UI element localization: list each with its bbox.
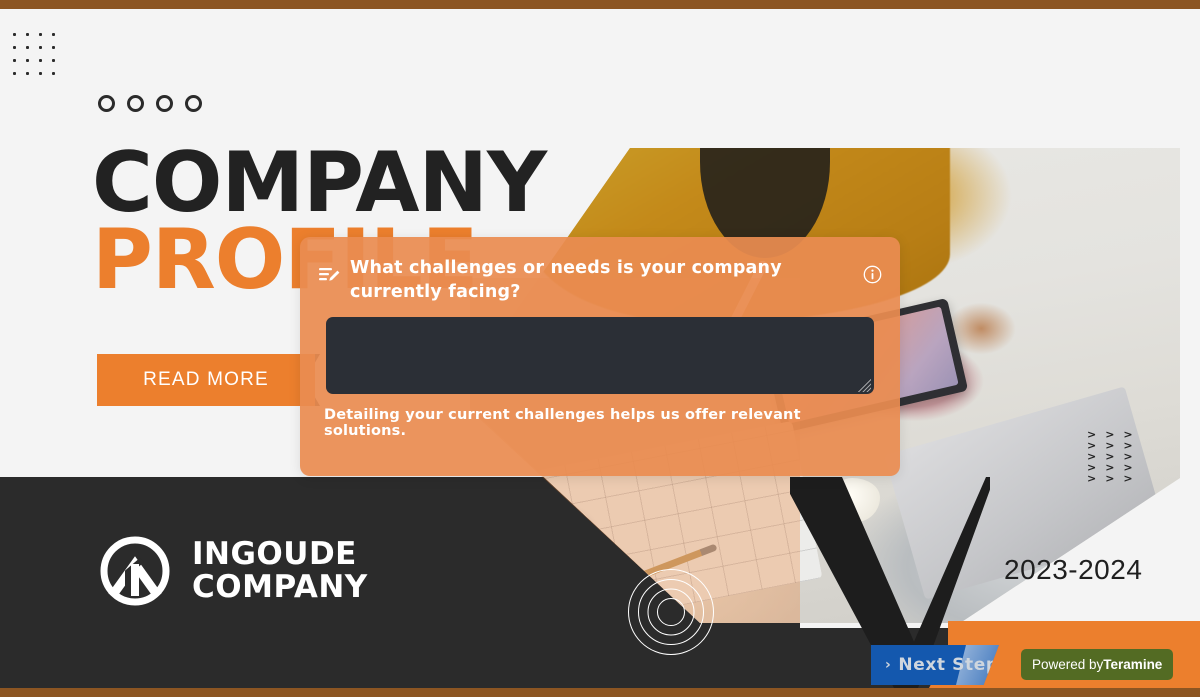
read-more-button[interactable]: READ MORE	[97, 354, 315, 406]
circle-icon	[98, 95, 115, 112]
brand-line-1: INGOUDE	[192, 536, 357, 573]
powered-by-badge[interactable]: Powered by Teramine	[1021, 649, 1174, 680]
concentric-rings-icon	[628, 569, 714, 655]
circle-icon	[127, 95, 144, 112]
brand-line-2: COMPANY	[192, 569, 368, 605]
question-panel-header: What challenges or needs is your company…	[318, 257, 882, 304]
dot-grid-icon	[6, 26, 64, 84]
next-step-label: Next Step	[898, 655, 999, 675]
question-hint: Detailing your current challenges helps …	[324, 407, 801, 439]
year-range: 2023-2024	[1004, 554, 1143, 585]
chevron-grid-icon: >>> >>> >>> >>> >>>	[1087, 429, 1142, 485]
circle-row-icon	[98, 95, 202, 112]
ingoude-logo-icon	[98, 534, 172, 608]
chevron-right-icon: ›	[885, 657, 892, 673]
info-circle-icon[interactable]	[863, 265, 882, 284]
brand-logo: INGOUDE COMPANY	[98, 534, 368, 608]
company-profile-poster: >>> >>> >>> >>> >>> COMPANY PROFILE READ…	[0, 9, 1200, 688]
question-panel: What challenges or needs is your company…	[300, 237, 900, 476]
screenshot-root: >>> >>> >>> >>> >>> COMPANY PROFILE READ…	[0, 0, 1200, 697]
question-text: What challenges or needs is your company…	[350, 258, 782, 302]
viewport-bottom-bar	[0, 688, 1200, 697]
viewport-top-bar	[0, 0, 1200, 9]
next-step-button[interactable]: › Next Step	[871, 645, 999, 685]
answer-textarea[interactable]	[326, 317, 874, 394]
form-edit-icon	[318, 264, 340, 286]
powered-by-brand: Teramine	[1103, 657, 1163, 672]
powered-by-prefix: Powered by	[1032, 657, 1104, 672]
headline-line-1: COMPANY	[92, 134, 547, 231]
brand-name: INGOUDE COMPANY	[192, 538, 368, 604]
circle-icon	[185, 95, 202, 112]
circle-icon	[156, 95, 173, 112]
